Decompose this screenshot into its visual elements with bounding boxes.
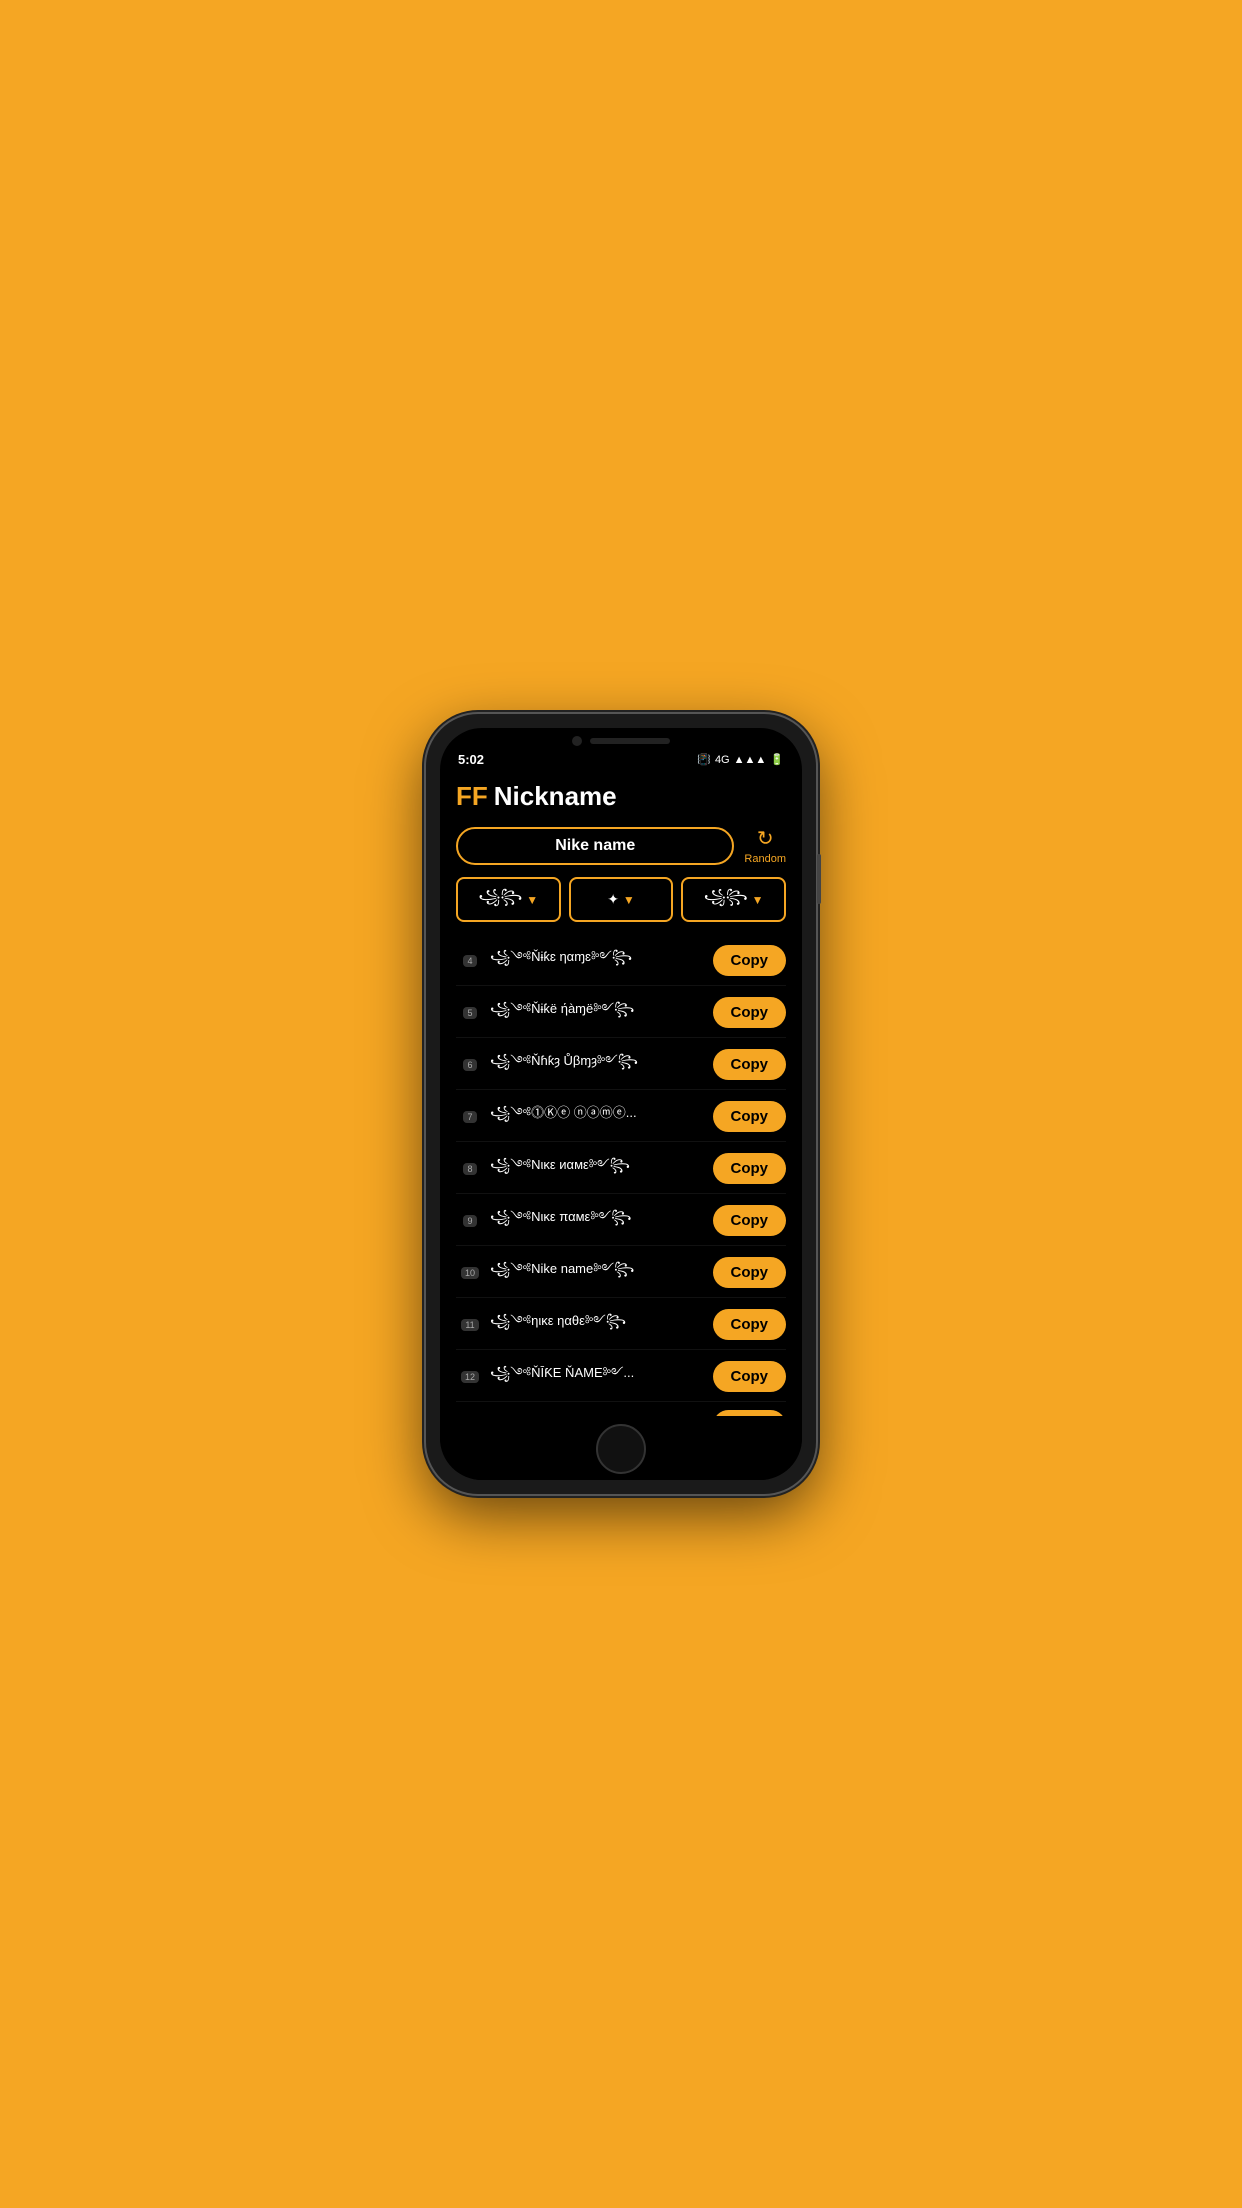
nick-text: ꧁༺Ňɨƙë ήàɱë༻꧂ xyxy=(484,994,713,1031)
nick-number-badge: 10 xyxy=(461,1267,479,1279)
list-item: 9 ꧁༺Νικε παмε༻꧂Copy xyxy=(456,1196,786,1246)
phone-frame: 5:02 📳 4G ▲▲▲ 🔋 FF Nickname ↻ Random xyxy=(426,714,816,1494)
app-title: FF Nickname xyxy=(456,781,786,812)
nick-number: 6 xyxy=(456,1059,484,1071)
list-item: 11 ꧁༺ηικε ηαθε༻꧂Copy xyxy=(456,1300,786,1350)
nick-text: ꧁༺Νικε иαмε༻꧂ xyxy=(484,1150,713,1187)
copy-button[interactable]: Copy xyxy=(713,1257,787,1288)
side-button-right xyxy=(817,854,821,904)
search-row: ↻ Random xyxy=(456,826,786,865)
nick-text: ꧁༺Νικε παмε༻꧂ xyxy=(484,1202,713,1239)
nick-number-badge: 6 xyxy=(463,1059,476,1071)
nick-number: 8 xyxy=(456,1163,484,1175)
title-ff: FF xyxy=(456,781,488,812)
filter-symbol-2: ✦ xyxy=(607,891,619,908)
filter-btn-2[interactable]: ✦ ▼ xyxy=(569,877,674,922)
copy-button[interactable]: Copy xyxy=(713,945,787,976)
list-item: 13...Copy xyxy=(456,1404,786,1416)
filter-symbol-3: ꧁꧂ xyxy=(704,885,748,914)
speaker xyxy=(590,738,670,744)
copy-button[interactable]: Copy xyxy=(713,997,787,1028)
status-icons: 📳 4G ▲▲▲ 🔋 xyxy=(697,753,784,766)
copy-button[interactable]: Copy xyxy=(713,1049,787,1080)
nick-number-badge: 4 xyxy=(463,955,476,967)
nick-number-badge: 5 xyxy=(463,1007,476,1019)
list-item: 8 ꧁༺Νικε иαмε༻꧂Copy xyxy=(456,1144,786,1194)
nick-number-badge: 12 xyxy=(461,1371,479,1383)
nick-text: ꧁༺ŇĪƘE ŇAME༻... xyxy=(484,1358,713,1395)
nick-number: 9 xyxy=(456,1215,484,1227)
copy-button[interactable]: Copy xyxy=(713,1101,787,1132)
nick-number: 10 xyxy=(456,1267,484,1279)
copy-button[interactable]: Copy xyxy=(713,1205,787,1236)
title-rest: Nickname xyxy=(494,781,617,812)
camera-dot xyxy=(572,736,582,746)
filter-btn-1[interactable]: ꧁꧂ ▼ xyxy=(456,877,561,922)
random-icon: ↻ xyxy=(757,826,774,851)
copy-button[interactable]: Copy xyxy=(713,1153,787,1184)
random-button[interactable]: ↻ Random xyxy=(744,826,786,865)
filter-symbol-1: ꧁꧂ xyxy=(479,885,523,914)
list-item: 6 ꧁༺Ňɦƙȝ Ůβɱȝ༻꧂Copy xyxy=(456,1040,786,1090)
app-content: FF Nickname ↻ Random ꧁꧂ ▼ ✦ ▼ xyxy=(440,771,802,1416)
nick-number: 12 xyxy=(456,1371,484,1383)
list-item: 10 ꧁༺Nike name༻꧂Copy xyxy=(456,1248,786,1298)
copy-button[interactable]: Copy xyxy=(713,1361,787,1392)
list-item: 7 ꧁༺⓵Ⓚⓔ ⓝⓐⓜⓔ...Copy xyxy=(456,1092,786,1142)
filter-btn-3[interactable]: ꧁꧂ ▼ xyxy=(681,877,786,922)
nick-number: 5 xyxy=(456,1007,484,1019)
filter-row: ꧁꧂ ▼ ✦ ▼ ꧁꧂ ▼ xyxy=(456,877,786,922)
status-bar: 5:02 📳 4G ▲▲▲ 🔋 xyxy=(440,750,802,771)
nick-number-badge: 8 xyxy=(463,1163,476,1175)
home-area xyxy=(440,1416,802,1480)
copy-button[interactable]: Copy xyxy=(713,1309,787,1340)
nick-text: ꧁༺Ňɨƙɛ ηαɱɛ༻꧂ xyxy=(484,942,713,979)
nick-number-badge: 7 xyxy=(463,1111,476,1123)
filter-arrow-2: ▼ xyxy=(623,893,635,907)
signal-icon: 4G xyxy=(715,754,730,766)
status-time: 5:02 xyxy=(458,752,484,767)
nick-number: 4 xyxy=(456,955,484,967)
nick-number-badge: 11 xyxy=(461,1319,478,1331)
nick-text: ꧁༺Ňɦƙȝ Ůβɱȝ༻꧂ xyxy=(484,1046,713,1083)
phone-screen: 5:02 📳 4G ▲▲▲ 🔋 FF Nickname ↻ Random xyxy=(440,728,802,1480)
wifi-icon: ▲▲▲ xyxy=(734,754,767,766)
filter-arrow-1: ▼ xyxy=(526,893,538,907)
nick-number-badge: 9 xyxy=(463,1215,476,1227)
nick-text: ꧁༺ηικε ηαθε༻꧂ xyxy=(484,1306,713,1343)
nickname-list: 4꧁༺Ňɨƙɛ ηαɱɛ༻꧂Copy5꧁༺Ňɨƙë ήàɱë༻꧂Copy6꧁༺Ň… xyxy=(456,936,786,1416)
phone-top-bar xyxy=(440,728,802,750)
vibrate-icon: 📳 xyxy=(697,753,711,766)
battery-icon: 🔋 xyxy=(770,753,784,766)
random-label: Random xyxy=(744,853,786,865)
list-item: 4 ꧁༺Ňɨƙɛ ηαɱɛ༻꧂Copy xyxy=(456,936,786,986)
search-input[interactable] xyxy=(456,827,734,865)
nick-text: ꧁༺Nike name༻꧂ xyxy=(484,1254,713,1291)
filter-arrow-3: ▼ xyxy=(752,893,764,907)
nick-number: 11 xyxy=(456,1319,484,1331)
home-button[interactable] xyxy=(596,1424,646,1474)
list-item: 5 ꧁༺Ňɨƙë ήàɱë༻꧂Copy xyxy=(456,988,786,1038)
list-item: 12 ꧁༺ŇĪƘE ŇAME༻...Copy xyxy=(456,1352,786,1402)
nick-text: ꧁༺⓵Ⓚⓔ ⓝⓐⓜⓔ... xyxy=(484,1098,713,1135)
nick-number: 7 xyxy=(456,1111,484,1123)
